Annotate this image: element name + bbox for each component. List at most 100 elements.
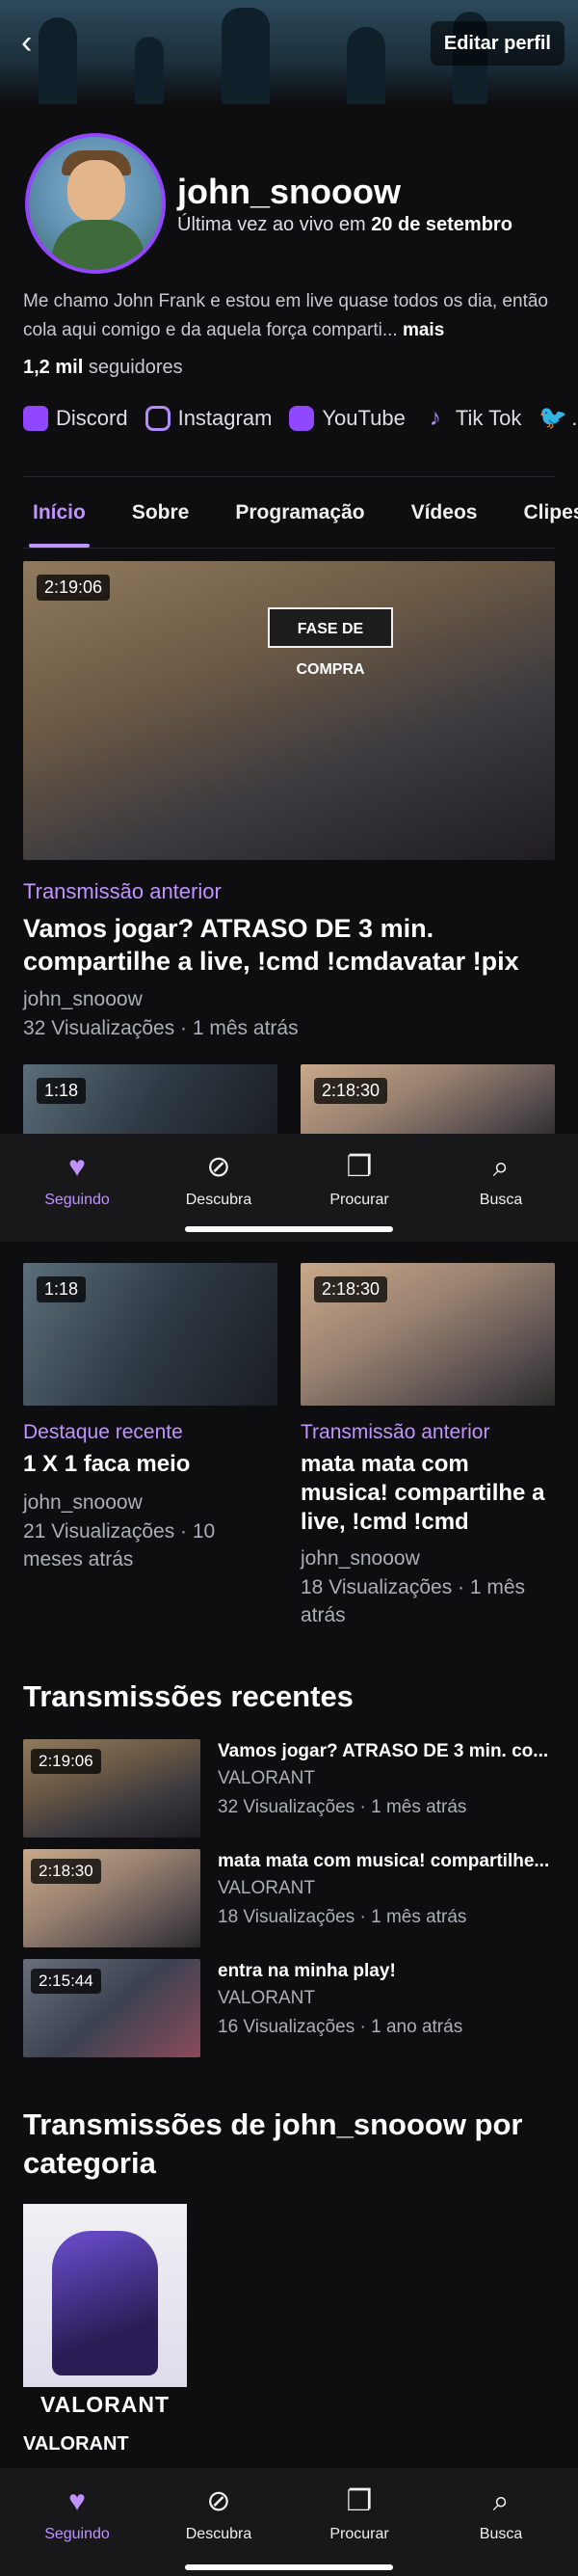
compass-icon: ⊘ xyxy=(206,1151,231,1183)
social-links: Discord Instagram YouTube ♪ Tik Tok 🐦 .. xyxy=(23,401,578,436)
recent-game[interactable]: VALORANT xyxy=(218,1768,315,1789)
duration-badge: 1:18 xyxy=(37,1276,87,1302)
channel-tabs: Início Sobre Programação Vídeos Clipes xyxy=(29,501,578,548)
social-link-twitter[interactable]: 🐦 .. xyxy=(539,401,578,436)
followers-count: 1,2 mil seguidores xyxy=(23,357,183,379)
followers-label: seguidores xyxy=(88,357,183,378)
video-thumbnail[interactable]: 1:18 xyxy=(23,1064,277,1141)
video-category[interactable]: Destaque recente xyxy=(23,1421,183,1444)
video-title[interactable]: mata mata com musica! compartilhe a live… xyxy=(301,1450,555,1537)
video-title[interactable]: 1 X 1 faca meio xyxy=(23,1450,264,1479)
home-indicator xyxy=(185,1226,393,1232)
tiktok-icon: ♪ xyxy=(429,405,441,431)
tab-inicio[interactable]: Início xyxy=(29,501,90,548)
nav-search-label: Busca xyxy=(479,2526,523,2542)
nav-browse-label: Procurar xyxy=(329,1192,389,1208)
heart-icon: ♥ xyxy=(68,1151,86,1183)
video-meta: 32 Visualizações · 1 mês atrás xyxy=(23,1017,299,1039)
category-name[interactable]: VALORANT xyxy=(23,2433,129,2455)
channel-bio: Me chamo John Frank e estou em live quas… xyxy=(23,287,559,345)
browse-icon: ❐ xyxy=(346,1151,373,1183)
followers-number: 1,2 mil xyxy=(23,357,84,378)
tab-programacao[interactable]: Programação xyxy=(235,501,364,524)
heart-icon: ♥ xyxy=(68,2485,86,2517)
duration-badge: 1:18 xyxy=(37,1078,87,1104)
nav-search[interactable]: ⌕ Busca xyxy=(443,2485,559,2543)
bottom-nav-bar: ♥ Seguindo ⊘ Descubra ❐ Procurar ⌕ Busca xyxy=(0,1134,578,1242)
video-channel[interactable]: john_snooow xyxy=(23,1489,143,1516)
video-category[interactable]: Transmissão anterior xyxy=(23,879,222,904)
social-label: .. xyxy=(571,406,578,430)
nav-search-label: Busca xyxy=(479,1192,523,1208)
nav-discover[interactable]: ⊘ Descubra xyxy=(161,2485,276,2543)
avatar[interactable] xyxy=(25,133,166,274)
duration-badge: 2:15:44 xyxy=(31,1969,101,1994)
tab-clipes[interactable]: Clipes xyxy=(523,501,578,524)
social-link-youtube[interactable]: YouTube xyxy=(289,401,406,436)
social-link-instagram[interactable]: Instagram xyxy=(144,401,273,436)
recent-thumbnail[interactable]: 2:18:30 xyxy=(23,1849,200,1947)
section-title-categories: Transmissões de john_snooow por categori… xyxy=(23,2107,523,2180)
recent-thumbnail[interactable]: 2:19:06 xyxy=(23,1739,200,1838)
back-arrow-icon[interactable]: ‹ xyxy=(21,25,60,64)
last-live-text: Última vez ao vivo em 20 de setembro xyxy=(177,214,512,236)
discord-icon xyxy=(23,406,48,431)
browse-icon: ❐ xyxy=(346,2485,373,2517)
recent-title[interactable]: Vamos jogar? ATRASO DE 3 min. co... xyxy=(218,1741,555,1762)
recent-game[interactable]: VALORANT xyxy=(218,1878,315,1899)
divider xyxy=(23,476,555,477)
social-link-tiktok[interactable]: ♪ Tik Tok xyxy=(423,401,521,436)
nav-browse-label: Procurar xyxy=(329,2526,389,2542)
nav-browse[interactable]: ❐ Procurar xyxy=(302,2485,417,2543)
social-label: YouTube xyxy=(322,406,406,430)
social-label: Discord xyxy=(56,406,128,430)
duration-badge: 2:19:06 xyxy=(31,1749,101,1774)
social-label: Instagram xyxy=(177,406,273,430)
duration-badge: 2:18:30 xyxy=(31,1859,101,1884)
recent-game[interactable]: VALORANT xyxy=(218,1988,315,2009)
video-meta: 18 Visualizações · 1 mês atrás xyxy=(301,1576,526,1626)
video-title[interactable]: Vamos jogar? ATRASO DE 3 min. compartilh… xyxy=(23,912,555,978)
recent-title[interactable]: entra na minha play! xyxy=(218,1961,555,1982)
category-logo: VALORANT xyxy=(23,2387,187,2422)
recent-meta: 32 Visualizações · 1 mês atrás xyxy=(218,1797,467,1817)
video-channel[interactable]: john_snooow xyxy=(301,1544,420,1572)
tab-sobre[interactable]: Sobre xyxy=(132,501,190,524)
video-thumbnail[interactable]: 2:18:30 xyxy=(301,1064,555,1141)
section-title-recent: Transmissões recentes xyxy=(23,1679,354,1713)
nav-following[interactable]: ♥ Seguindo xyxy=(19,1151,135,1209)
bottom-nav-bar: ♥ Seguindo ⊘ Descubra ❐ Procurar ⌕ Busca xyxy=(0,2468,578,2576)
video-channel[interactable]: john_snooow xyxy=(23,985,143,1013)
youtube-icon xyxy=(289,406,315,431)
instagram-icon xyxy=(144,406,171,431)
recent-title[interactable]: mata mata com musica! compartilhe... xyxy=(218,1851,555,1872)
search-icon: ⌕ xyxy=(492,2485,510,2517)
duration-badge: 2:19:06 xyxy=(37,575,111,601)
nav-browse[interactable]: ❐ Procurar xyxy=(302,1151,417,1209)
category-card[interactable]: VALORANT xyxy=(23,2204,187,2422)
video-category[interactable]: Transmissão anterior xyxy=(301,1421,489,1444)
game-overlay-text: FASE DE COMPRA xyxy=(268,607,393,678)
nav-search[interactable]: ⌕ Busca xyxy=(443,1151,559,1209)
bio-text: Me chamo John Frank e estou em live quas… xyxy=(23,291,548,340)
social-link-discord[interactable]: Discord xyxy=(23,401,128,436)
video-meta: 21 Visualizações · 10 meses atrás xyxy=(23,1520,216,1570)
featured-video-thumbnail[interactable]: 2:19:06 FASE DE COMPRA xyxy=(23,561,555,860)
video-thumbnail[interactable]: 1:18 xyxy=(23,1263,277,1406)
home-indicator xyxy=(185,2564,393,2570)
bio-more-link[interactable]: mais xyxy=(403,320,444,340)
last-live-prefix: Última vez ao vivo em xyxy=(177,214,366,235)
video-thumbnail[interactable]: 2:18:30 xyxy=(301,1263,555,1406)
social-label: Tik Tok xyxy=(455,406,522,430)
nav-discover-label: Descubra xyxy=(185,1192,252,1208)
nav-following[interactable]: ♥ Seguindo xyxy=(19,2485,135,2543)
twitter-icon: 🐦 xyxy=(539,405,568,431)
nav-discover[interactable]: ⊘ Descubra xyxy=(161,1151,276,1209)
category-art xyxy=(52,2231,158,2375)
edit-profile-button[interactable]: Editar perfil xyxy=(430,21,565,66)
duration-badge: 2:18:30 xyxy=(314,1078,388,1104)
channel-username: john_snooow xyxy=(177,172,401,211)
nav-following-label: Seguindo xyxy=(44,1192,110,1208)
tab-videos[interactable]: Vídeos xyxy=(411,501,478,524)
recent-thumbnail[interactable]: 2:15:44 xyxy=(23,1959,200,2057)
